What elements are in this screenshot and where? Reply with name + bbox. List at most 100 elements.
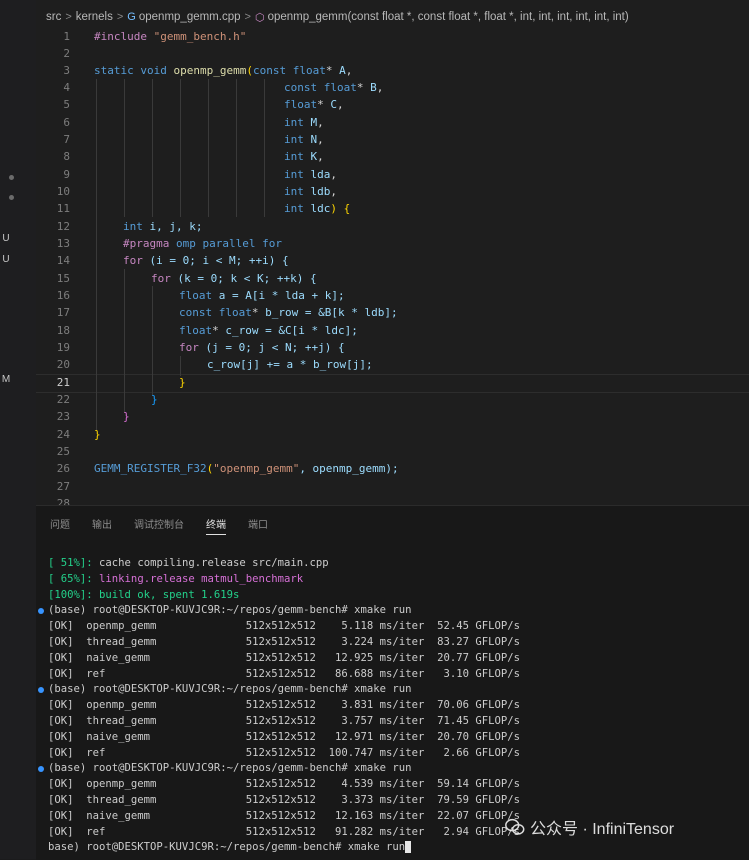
line-number-active: 21	[56, 376, 70, 389]
breadcrumb-folder-src[interactable]: src	[46, 11, 61, 23]
result-size: 512x512x512	[245, 793, 329, 806]
benchmark-result-row: [OK] ref 512x512x512 91.282 ms/iter 2.94…	[48, 825, 520, 841]
result-name: naive_gemm	[86, 809, 246, 822]
result-ms: 12.971 ms/iter	[328, 730, 431, 743]
activity-dot-icon	[9, 175, 14, 180]
terminal-line: [ 51%]: cache compiling.release src/main…	[48, 557, 329, 569]
line-number: 13	[56, 237, 70, 250]
benchmark-result-row: [OK] thread_gemm 512x512x512 3.757 ms/it…	[48, 714, 520, 730]
git-modified-marker: M	[1, 374, 11, 385]
code-line-3: static void openmp_gemm(const float* A,	[94, 64, 353, 77]
result-name: naive_gemm	[86, 651, 246, 664]
line-number: 16	[56, 289, 70, 302]
line-number: 18	[56, 324, 70, 337]
indent-guide	[96, 79, 97, 431]
result-ms: 12.925 ms/iter	[328, 651, 431, 664]
code-line-26: GEMM_REGISTER_F32("openmp_gemm", openmp_…	[94, 462, 399, 475]
code-line-1: #include "gemm_bench.h"	[94, 30, 247, 43]
indent-guide	[180, 356, 181, 376]
prompt-bullet-icon	[38, 608, 44, 615]
code-line-8: int K,	[284, 150, 324, 163]
result-size: 512x512x512	[245, 667, 329, 680]
line-number: 22	[56, 393, 70, 406]
breadcrumb-file[interactable]: openmp_gemm.cpp	[139, 11, 241, 23]
line-number: 20	[56, 358, 70, 371]
benchmark-result-row: [OK] thread_gemm 512x512x512 3.224 ms/it…	[48, 635, 520, 651]
line-number: 11	[56, 202, 70, 215]
tab-problems[interactable]: 问题	[50, 516, 70, 535]
indent-guide	[236, 79, 237, 217]
code-line-4: const float* B,	[284, 81, 384, 94]
terminal-cursor	[405, 841, 412, 854]
line-number: 3	[63, 64, 70, 77]
tab-output[interactable]: 输出	[92, 516, 112, 535]
result-name: ref	[86, 667, 246, 680]
indent-guide	[208, 79, 209, 217]
code-line-15: for (k = 0; k < K; ++k) {	[151, 272, 317, 285]
line-number: 2	[63, 47, 70, 60]
result-ms: 91.282 ms/iter	[328, 825, 431, 838]
bottom-panel: 问题 输出 调试控制台 终端 端口 [ 51%]: cache compilin…	[36, 505, 749, 860]
line-number: 4	[63, 81, 70, 94]
code-editor[interactable]: src > kernels > G openmp_gemm.cpp > ⬡ op…	[36, 0, 749, 505]
code-line-7: int N,	[284, 133, 324, 146]
code-line-11: int ldc) {	[284, 202, 351, 215]
breadcrumb-symbol[interactable]: openmp_gemm(const float *, const float *…	[268, 11, 629, 23]
result-name: naive_gemm	[86, 730, 246, 743]
panel-tabs: 问题 输出 调试控制台 终端 端口	[50, 516, 290, 535]
result-size: 512x512x512	[245, 778, 329, 791]
breadcrumb-folder-kernels[interactable]: kernels	[76, 11, 113, 23]
result-gflops: 3.10 GFLOP/s	[430, 667, 521, 680]
code-line-16: float a = A[i * lda + k];	[179, 289, 345, 302]
tab-debug-console[interactable]: 调试控制台	[134, 516, 184, 535]
git-untracked-marker: U	[2, 233, 10, 244]
terminal-prompt-line: (base) root@DESKTOP-KUVJC9R:~/repos/gemm…	[38, 603, 520, 619]
result-size: 512x512x512	[245, 746, 329, 759]
indent-guide	[124, 79, 125, 217]
indent-guide	[152, 286, 153, 396]
result-ms: 4.539 ms/iter	[328, 778, 431, 791]
terminal-prompt-line: (base) root@DESKTOP-KUVJC9R:~/repos/gemm…	[38, 682, 520, 698]
result-gflops: 52.45 GFLOP/s	[430, 620, 521, 633]
code-line-20: c_row[j] += a * b_row[j];	[207, 358, 373, 371]
line-number: 6	[63, 116, 70, 129]
line-number: 9	[63, 168, 70, 181]
line-number: 25	[56, 445, 70, 458]
result-gflops: 20.70 GFLOP/s	[430, 730, 521, 743]
benchmark-result-row: [OK] ref 512x512x512 86.688 ms/iter 3.10…	[48, 667, 520, 683]
indent-guide	[264, 79, 265, 217]
watermark: 公众号 · InfiniTensor	[504, 815, 674, 839]
watermark-text: 公众号 · InfiniTensor	[530, 821, 675, 838]
prompt-bullet-icon	[38, 766, 44, 773]
line-number: 17	[56, 306, 70, 319]
code-line-10: int ldb,	[284, 185, 337, 198]
result-ms: 3.757 ms/iter	[328, 714, 431, 727]
result-gflops: 59.14 GFLOP/s	[430, 778, 521, 791]
code-line-23: }	[123, 410, 130, 423]
indent-guide	[180, 79, 181, 217]
result-size: 512x512x512	[245, 651, 329, 664]
function-symbol-icon: ⬡	[254, 11, 265, 24]
wechat-icon	[505, 818, 525, 835]
result-gflops: 71.45 GFLOP/s	[430, 714, 521, 727]
result-gflops: 70.06 GFLOP/s	[430, 699, 521, 712]
tab-ports[interactable]: 端口	[248, 516, 268, 535]
activity-dot-icon	[9, 195, 14, 200]
terminal-prompt-line: (base) root@DESKTOP-KUVJC9R:~/repos/gemm…	[38, 761, 520, 777]
line-number: 5	[63, 98, 70, 111]
line-number: 26	[56, 462, 70, 475]
terminal-output[interactable]: [ 51%]: cache compiling.release src/main…	[38, 556, 521, 856]
code-line-13: #pragma omp parallel for	[123, 237, 282, 250]
line-number: 8	[63, 150, 70, 163]
terminal-prompt-line: base) root@DESKTOP-KUVJC9R:~/repos/gemm-…	[48, 840, 520, 856]
line-number: 12	[56, 220, 70, 233]
tab-terminal[interactable]: 终端	[206, 516, 226, 535]
result-size: 512x512x512	[245, 809, 329, 822]
result-ms: 3.224 ms/iter	[328, 635, 431, 648]
activity-bar: U U M	[0, 0, 36, 859]
result-status: [OK]	[48, 667, 87, 680]
line-number: 7	[63, 133, 70, 146]
result-status: [OK]	[48, 793, 87, 806]
result-ms: 5.118 ms/iter	[328, 620, 431, 633]
code-line-12: int i, j, k;	[123, 220, 203, 233]
